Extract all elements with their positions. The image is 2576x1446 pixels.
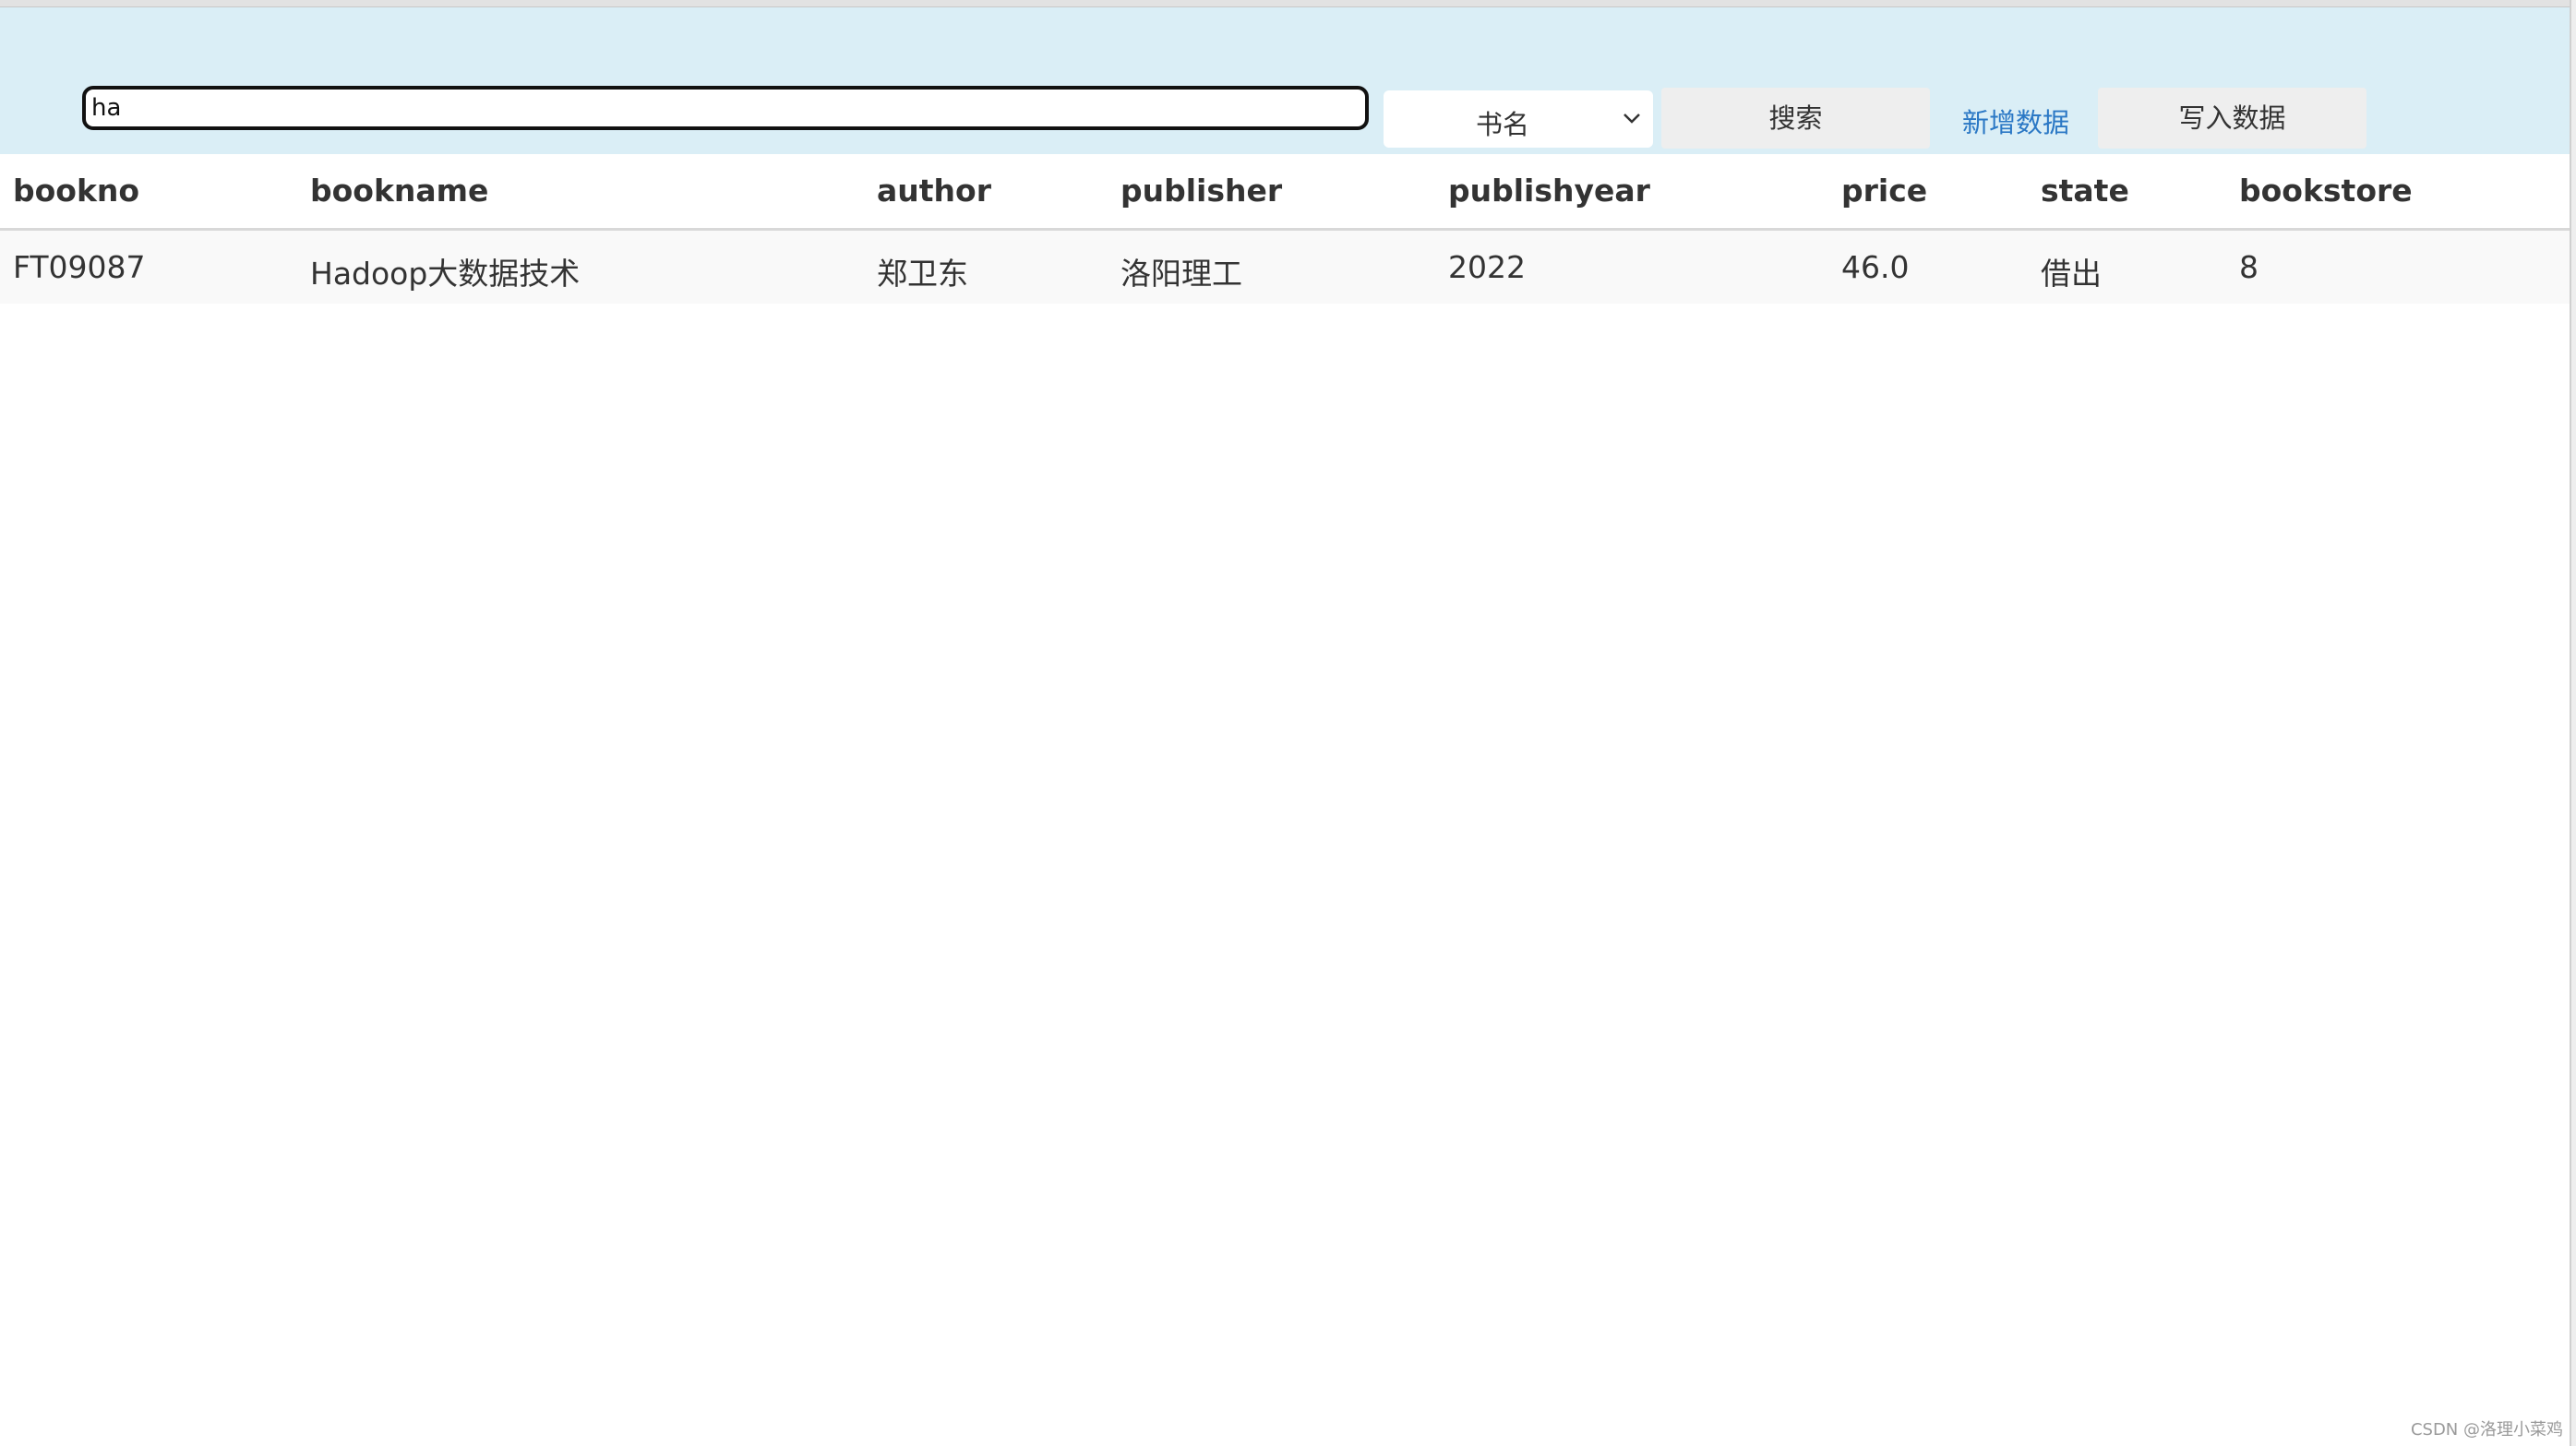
column-header-bookstore: bookstore <box>2239 173 2413 209</box>
column-header-state: state <box>2041 173 2129 209</box>
cell-bookname: Hadoop大数据技术 <box>310 256 581 292</box>
chevron-down-icon <box>1623 114 1640 124</box>
column-header-bookname: bookname <box>310 173 489 209</box>
column-header-publishyear: publishyear <box>1448 173 1650 209</box>
window-right-border <box>2570 0 2576 1446</box>
write-data-button[interactable]: 写入数据 <box>2098 88 2366 149</box>
window-top-border <box>0 0 2571 7</box>
cell-publisher: 洛阳理工 <box>1120 256 1242 292</box>
search-input[interactable] <box>82 86 1369 130</box>
cell-bookstore: 8 <box>2239 249 2258 285</box>
search-field-select-value: 书名 <box>1476 109 1530 140</box>
column-header-price: price <box>1841 173 1928 209</box>
table-row: FT09087 Hadoop大数据技术 郑卫东 洛阳理工 2022 46.0 借… <box>0 231 2571 304</box>
search-button[interactable]: 搜索 <box>1661 88 1930 149</box>
cell-price: 46.0 <box>1841 249 1910 285</box>
cell-bookno: FT09087 <box>13 249 146 285</box>
table-header: bookno bookname author publisher publish… <box>0 154 2571 231</box>
add-data-link[interactable]: 新增数据 <box>1962 102 2069 140</box>
cell-state: 借出 <box>2041 256 2102 292</box>
search-field-select[interactable]: 书名 <box>1384 90 1653 148</box>
toolbar: 书名 搜索 新增数据 写入数据 <box>0 7 2571 154</box>
cell-publishyear: 2022 <box>1448 249 1526 285</box>
cell-author: 郑卫东 <box>877 256 968 292</box>
column-header-publisher: publisher <box>1120 173 1283 209</box>
column-header-author: author <box>877 173 991 209</box>
column-header-bookno: bookno <box>13 173 140 209</box>
page: 书名 搜索 新增数据 写入数据 bookno bookname author p… <box>0 0 2576 1446</box>
watermark: CSDN @洛理小菜鸡 <box>2410 1420 2563 1440</box>
